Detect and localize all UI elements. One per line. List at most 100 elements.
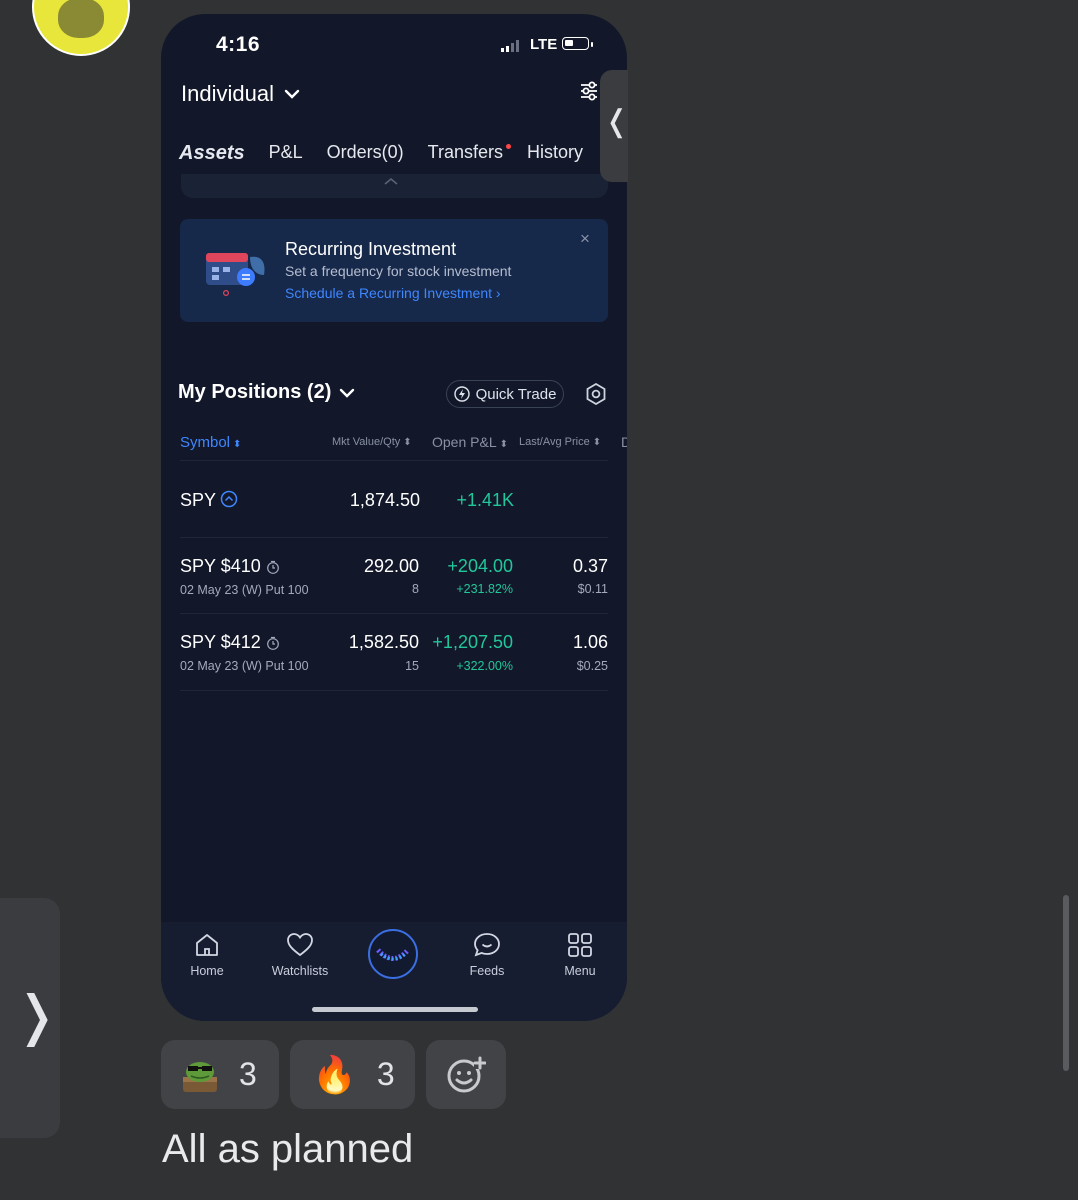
avatar-image (58, 0, 104, 38)
position-avg-price: $0.11 (577, 582, 608, 596)
nav-home[interactable]: Home (167, 932, 247, 978)
account-tabs: Assets P&L Orders(0) Transfers History (179, 142, 607, 165)
user-avatar[interactable] (32, 0, 130, 56)
tab-orders[interactable]: Orders(0) (327, 142, 404, 165)
home-icon (196, 934, 218, 956)
position-last-price: 0.37 (572, 556, 608, 576)
gear-icon[interactable] (585, 383, 607, 405)
position-row[interactable]: SPY $410 02 May 23 (W) Put 100 (180, 556, 309, 597)
position-detail: 02 May 23 (W) Put 100 (180, 583, 309, 597)
chevron-up-circle-icon[interactable] (220, 490, 238, 508)
add-reaction-icon (447, 1056, 486, 1092)
column-open-pl[interactable]: Open P&L ⬍ (432, 434, 508, 450)
chat-icon (474, 933, 500, 957)
column-mkt-value[interactable]: Mkt Value/Qty ⬍ (332, 436, 412, 448)
group-symbol[interactable]: SPY (180, 490, 216, 511)
center-logo-button[interactable] (368, 929, 418, 979)
column-open-pl-label: Open P&L (432, 434, 497, 450)
nav-menu-label: Menu (564, 964, 596, 978)
group-mkt-value: 1,874.50 (349, 490, 420, 510)
screenshot-attachment[interactable]: 4:16 LTE Individual Assets P&L Orders(0)… (161, 14, 627, 1021)
position-qty: 15 (405, 659, 419, 673)
position-symbol: SPY $410 (180, 556, 261, 576)
chevron-down-icon (340, 388, 355, 398)
tab-assets[interactable]: Assets (179, 142, 245, 165)
grid-icon (568, 933, 592, 957)
timer-icon (266, 636, 279, 650)
add-reaction-button[interactable] (426, 1040, 506, 1109)
chevron-right-icon: ❭ (14, 986, 60, 1046)
reaction-count: 3 (239, 1056, 257, 1092)
home-indicator (312, 1007, 478, 1012)
position-open-pl-pct: +322.00% (456, 659, 513, 673)
fire-emoji: 🔥 (312, 1053, 357, 1095)
row-divider (180, 460, 608, 461)
position-mkt-value: 1,582.50 (348, 632, 419, 652)
positions-header[interactable]: My Positions (2) (178, 381, 355, 404)
position-avg-price: $0.25 (576, 659, 608, 673)
signal-icon (501, 40, 519, 52)
nav-feeds-label: Feeds (469, 964, 505, 978)
nav-watchlists-label: Watchlists (271, 964, 329, 978)
nav-feeds[interactable]: Feeds (447, 932, 527, 978)
banner-title: Recurring Investment (285, 239, 457, 259)
position-mkt-value: 292.00 (363, 556, 419, 576)
sliders-icon[interactable] (579, 80, 599, 102)
tab-transfers-label: Transfers (427, 142, 504, 162)
calendar-coin-icon (206, 253, 265, 296)
account-name: Individual (181, 81, 274, 106)
column-partial: D (621, 434, 627, 450)
timer-icon (266, 560, 279, 574)
row-divider (180, 690, 608, 691)
position-row[interactable]: SPY $412 02 May 23 (W) Put 100 (180, 632, 309, 673)
sort-icon: ⬍ (592, 437, 602, 448)
battery-tip (591, 42, 593, 47)
position-qty: 8 (412, 582, 419, 596)
reaction-frog[interactable]: 3 (161, 1040, 279, 1109)
position-symbol: SPY $412 (180, 632, 261, 652)
scrollbar[interactable] (1063, 895, 1069, 1071)
frog-sunglasses-emoji (183, 1061, 217, 1092)
chevron-down-icon (284, 89, 300, 99)
group-open-pl: +1.41K (456, 490, 514, 510)
center-logo-icon (376, 948, 410, 961)
tab-history[interactable]: History (527, 142, 583, 165)
sort-icon: ⬍ (403, 437, 412, 448)
column-last-avg[interactable]: Last/Avg Price ⬍ (519, 436, 601, 448)
reaction-fire[interactable]: 🔥 3 (290, 1040, 415, 1109)
row-divider (180, 613, 608, 614)
status-time: 4:16 (216, 33, 261, 56)
column-mkt-value-label: Mkt Value/Qty (332, 436, 401, 448)
column-symbol[interactable]: Symbol ⬍ (180, 434, 241, 451)
heart-icon (287, 933, 313, 957)
column-symbol-label: Symbol (180, 434, 231, 451)
position-detail: 02 May 23 (W) Put 100 (180, 659, 309, 673)
notification-dot (506, 144, 512, 149)
quick-trade-button[interactable]: Quick Trade (446, 380, 564, 408)
network-label: LTE (530, 36, 558, 53)
account-selector[interactable]: Individual (181, 81, 300, 107)
tab-transfers[interactable]: Transfers (427, 142, 512, 165)
tab-pl[interactable]: P&L (269, 142, 303, 165)
chevron-up-icon[interactable] (384, 177, 398, 185)
row-divider (180, 537, 608, 538)
sort-icon: ⬍ (499, 439, 508, 450)
positions-title: My Positions (2) (178, 381, 332, 403)
close-icon[interactable]: × (580, 229, 590, 249)
schedule-recurring-link[interactable]: Schedule a Recurring Investment › (285, 285, 501, 301)
collapse-panel-tab[interactable]: ❬ (600, 70, 629, 182)
position-open-pl: +204.00 (447, 556, 513, 576)
schedule-link-label: Schedule a Recurring Investment (285, 285, 492, 301)
quick-trade-label: Quick Trade (475, 385, 557, 403)
nav-home-label: Home (190, 964, 224, 978)
position-open-pl: +1,207.50 (432, 632, 513, 652)
reaction-count: 3 (376, 1056, 395, 1092)
chevron-right-icon: › (495, 285, 501, 301)
sort-icon: ⬍ (233, 439, 242, 450)
nav-menu[interactable]: Menu (540, 932, 620, 978)
position-last-price: 1.06 (572, 632, 608, 652)
expand-panel-tab[interactable]: ❭ (0, 898, 60, 1138)
recurring-investment-banner[interactable]: Recurring Investment Set a frequency for… (180, 219, 608, 322)
lightning-icon (453, 386, 470, 402)
nav-watchlists[interactable]: Watchlists (260, 932, 340, 978)
